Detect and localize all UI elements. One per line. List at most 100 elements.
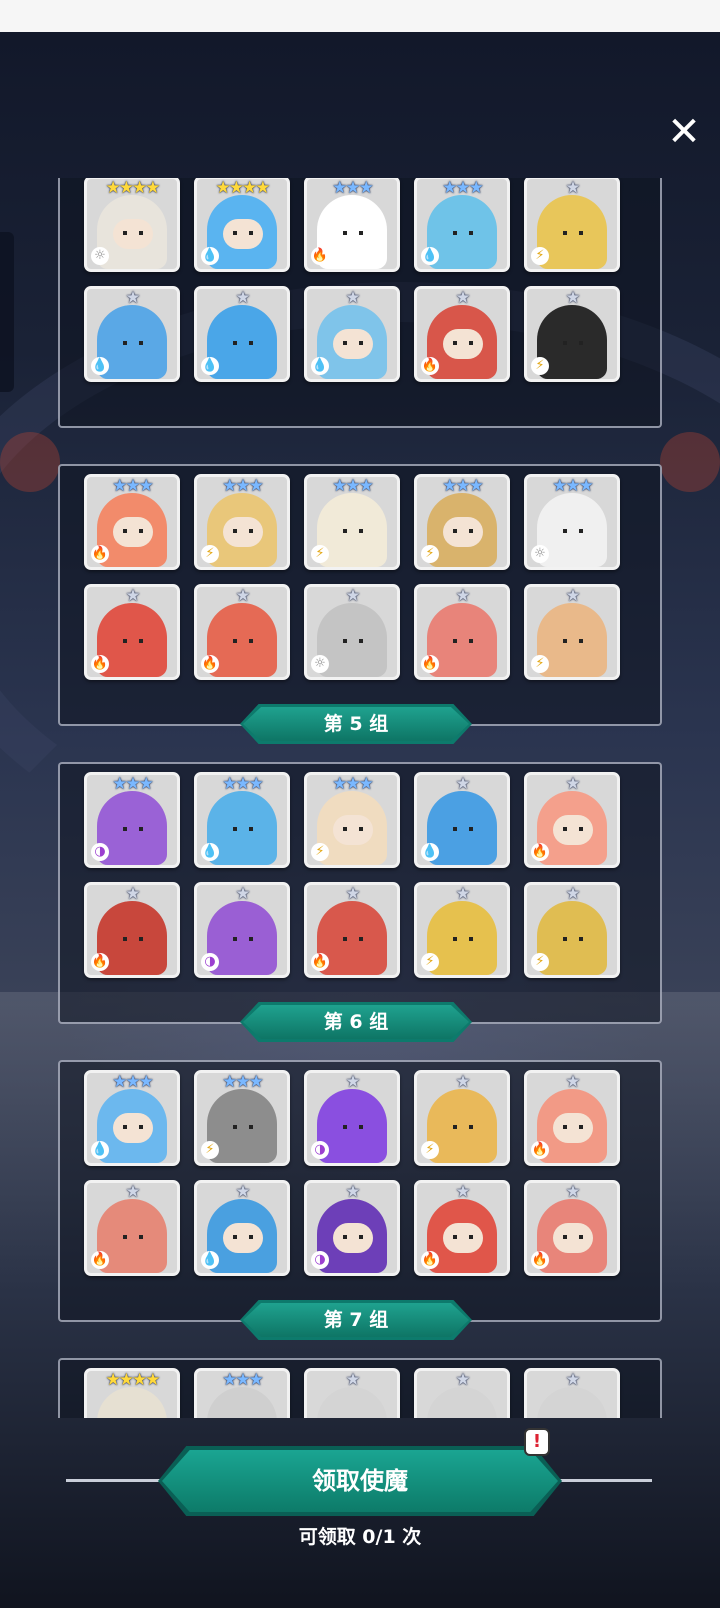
- star-rating: ★★★★: [215, 178, 271, 198]
- group-banner: 第 5 组: [240, 704, 472, 744]
- water-element-icon: 💧: [91, 357, 109, 375]
- pet-card[interactable]: ★★★ ◑: [84, 772, 180, 868]
- star-rating: ★: [565, 884, 580, 904]
- star-rating: ★★★: [442, 476, 484, 496]
- star-rating: ★: [235, 884, 250, 904]
- pet-card[interactable]: ★☼: [524, 1368, 620, 1418]
- fire-element-icon: 🔥: [531, 1141, 549, 1159]
- pet-card[interactable]: ★ 🔥: [304, 882, 400, 978]
- pet-eyes: [233, 1125, 253, 1129]
- pet-eyes: [123, 639, 143, 643]
- pet-card[interactable]: ★ 🔥: [524, 772, 620, 868]
- fire-element-icon: 🔥: [531, 843, 549, 861]
- water-element-icon: 💧: [91, 1141, 109, 1159]
- water-element-icon: 💧: [311, 357, 329, 375]
- pet-eyes: [343, 341, 363, 345]
- pet-card[interactable]: ★ ◑: [304, 1180, 400, 1276]
- pet-card[interactable]: ★ ⚡: [524, 584, 620, 680]
- pet-card[interactable]: ★ 💧: [194, 286, 290, 382]
- fire-element-icon: 🔥: [91, 1251, 109, 1269]
- pet-eyes: [233, 937, 253, 941]
- pet-card[interactable]: ★ 🔥: [84, 1180, 180, 1276]
- pet-eyes: [123, 827, 143, 831]
- pet-card[interactable]: ★★★ 🔥: [84, 474, 180, 570]
- pet-grid: ★★★ ◑ ★★★ 💧 ★★★ ⚡ ★ 💧 ★ 🔥 ★ 🔥 ★ ◑ ★ 🔥 ★ ⚡ ★ ⚡: [82, 772, 642, 1002]
- star-rating: ★★★: [222, 1370, 264, 1390]
- pet-eyes: [123, 529, 143, 533]
- fire-element-icon: 🔥: [421, 655, 439, 673]
- pet-card[interactable]: ★ 🔥: [414, 1180, 510, 1276]
- pet-portrait: [317, 1387, 387, 1418]
- pet-card[interactable]: ★★★ ⚡: [194, 474, 290, 570]
- pet-card[interactable]: ★ ⚡: [414, 882, 510, 978]
- claim-pet-button[interactable]: 领取使魔: [158, 1446, 562, 1516]
- pet-card[interactable]: ★ ⚡: [524, 178, 620, 272]
- pet-card[interactable]: ★★★ 💧: [84, 1070, 180, 1166]
- pet-card[interactable]: ★ 🔥: [414, 286, 510, 382]
- pet-card[interactable]: ★ 🔥: [414, 584, 510, 680]
- pet-eyes: [123, 937, 143, 941]
- pet-card[interactable]: ★★★★ 💧: [194, 178, 290, 272]
- star-rating: ★★★: [332, 476, 374, 496]
- pet-eyes: [233, 639, 253, 643]
- dark-element-icon: ◑: [201, 953, 219, 971]
- pet-card[interactable]: ★☼: [414, 1368, 510, 1418]
- water-element-icon: 💧: [201, 1251, 219, 1269]
- star-rating: ★: [455, 1072, 470, 1092]
- star-rating: ★: [345, 884, 360, 904]
- pet-card[interactable]: ★ 🔥: [524, 1180, 620, 1276]
- star-rating: ★★★: [112, 774, 154, 794]
- pet-card[interactable]: ★ 🔥: [194, 584, 290, 680]
- pet-card[interactable]: ★★★ ⚡: [304, 772, 400, 868]
- group-label: 第 6 组: [243, 1005, 469, 1039]
- pet-card[interactable]: ★★★ 💧: [194, 772, 290, 868]
- star-rating: ★: [565, 1072, 580, 1092]
- pet-card[interactable]: ★☼: [304, 1368, 400, 1418]
- divider-right: [546, 1479, 652, 1482]
- group-banner: 第 6 组: [240, 1002, 472, 1042]
- pet-card[interactable]: ★ ⚡: [524, 882, 620, 978]
- pet-card[interactable]: ★ 💧: [304, 286, 400, 382]
- close-icon[interactable]: ✕: [660, 108, 708, 156]
- pet-eyes: [563, 1235, 583, 1239]
- star-rating: ★: [565, 586, 580, 606]
- star-rating: ★★★: [112, 476, 154, 496]
- pet-card[interactable]: ★ 🔥: [84, 584, 180, 680]
- pet-card[interactable]: ★☼: [304, 584, 400, 680]
- pet-card[interactable]: ★ ⚡: [524, 286, 620, 382]
- pet-eyes: [453, 1235, 473, 1239]
- star-rating: ★: [345, 1182, 360, 1202]
- pet-card[interactable]: ★★★ ⚡: [414, 474, 510, 570]
- alert-badge-icon: !: [524, 1428, 550, 1456]
- pet-eyes: [343, 231, 363, 235]
- thunder-element-icon: ⚡: [311, 545, 329, 563]
- pet-card[interactable]: ★ ⚡: [414, 1070, 510, 1166]
- pet-card[interactable]: ★★★ 💧: [414, 178, 510, 272]
- pet-card[interactable]: ★★★☼: [194, 1368, 290, 1418]
- star-rating: ★: [125, 288, 140, 308]
- pet-card[interactable]: ★ 🔥: [84, 882, 180, 978]
- pet-card[interactable]: ★★★ ⚡: [304, 474, 400, 570]
- pet-card[interactable]: ★ 💧: [414, 772, 510, 868]
- star-rating: ★: [235, 288, 250, 308]
- pet-card[interactable]: ★★★ 🔥: [304, 178, 400, 272]
- pet-card[interactable]: ★ 💧: [194, 1180, 290, 1276]
- pet-eyes: [453, 827, 473, 831]
- group-list[interactable]: ★★★★ ☼ ★★★★ 💧 ★★★ 🔥 ★★★ 💧 ★ ⚡ ★ 💧 ★ 💧 ★ 💧 ★ 🔥 ★ ⚡ ★★★ 🔥 ★★★ ⚡ ★★…: [0, 178, 720, 1418]
- thunder-element-icon: ⚡: [531, 655, 549, 673]
- pet-card[interactable]: ★ ◑: [304, 1070, 400, 1166]
- pet-card[interactable]: ★ 🔥: [524, 1070, 620, 1166]
- water-element-icon: 💧: [201, 357, 219, 375]
- pet-card[interactable]: ★★★☼: [524, 474, 620, 570]
- pet-card[interactable]: ★ ◑: [194, 882, 290, 978]
- pet-grid: ★★★★☼ ★★★☼ ★☼ ★☼ ★☼: [82, 1368, 642, 1418]
- pet-card[interactable]: ★★★★☼: [84, 178, 180, 272]
- pet-card[interactable]: ★★★ ⚡: [194, 1070, 290, 1166]
- fire-element-icon: 🔥: [201, 655, 219, 673]
- pet-eyes: [233, 1235, 253, 1239]
- pet-eyes: [563, 937, 583, 941]
- thunder-element-icon: ⚡: [531, 953, 549, 971]
- pet-card[interactable]: ★★★★☼: [84, 1368, 180, 1418]
- pet-card[interactable]: ★ 💧: [84, 286, 180, 382]
- star-rating: ★: [565, 288, 580, 308]
